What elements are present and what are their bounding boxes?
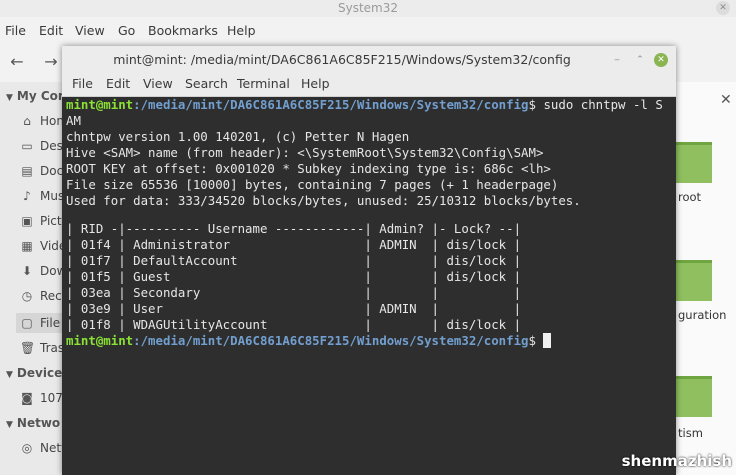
- folder-label: root: [678, 190, 702, 204]
- menu-search[interactable]: Search: [185, 76, 228, 91]
- command-wrap: AM: [66, 113, 81, 128]
- forward-arrow-icon[interactable]: →: [40, 51, 62, 73]
- collapse-triangle-icon: ▼: [6, 420, 13, 430]
- music-icon: ♪: [23, 189, 31, 203]
- terminal-window[interactable]: mint@mint: /media/mint/DA6C861A6C85F215/…: [62, 46, 676, 475]
- sidebar-section-devices[interactable]: ▼ Devices: [6, 366, 69, 380]
- pictures-icon: ▣: [21, 214, 33, 228]
- close-icon[interactable]: ✕: [654, 53, 668, 67]
- documents-icon: ▤: [21, 164, 33, 178]
- output-line: ROOT KEY at offset: 0x001020 * Subkey in…: [66, 161, 551, 176]
- sidebar-section-network[interactable]: ▼ Netwo: [6, 416, 60, 430]
- prompt-user: mint@mint: [66, 333, 134, 348]
- close-icon[interactable]: ✕: [720, 92, 732, 108]
- file-manager-titlebar: System32 ✕: [0, 0, 736, 17]
- menu-file[interactable]: File: [5, 23, 26, 38]
- close-icon[interactable]: ✕: [716, 1, 730, 15]
- sidebar-item-downloads[interactable]: ⬇ Dow: [20, 261, 66, 281]
- downloads-icon: ⬇: [21, 264, 33, 278]
- sidebar-item-desktop[interactable]: ▭ Des: [20, 136, 63, 156]
- menu-help[interactable]: Help: [227, 23, 256, 38]
- home-icon: ⌂: [23, 114, 31, 128]
- desktop-icon: ▭: [21, 139, 33, 153]
- menu-view[interactable]: View: [75, 23, 105, 38]
- folder-label: guration: [678, 308, 727, 322]
- folder-icon[interactable]: [676, 142, 712, 183]
- menu-go[interactable]: Go: [118, 23, 135, 38]
- collapse-triangle-icon: ▼: [6, 370, 13, 380]
- user-table-row: | 03ea | Secondary | | |: [66, 285, 522, 300]
- prompt-line: mint@mint:/media/mint/DA6C861A6C85F215/W…: [66, 333, 552, 349]
- menu-bookmarks[interactable]: Bookmarks: [148, 23, 218, 38]
- user-table-row: | 01f8 | WDAGUtilityAccount | | dis/lock…: [66, 317, 522, 332]
- videos-icon: ▦: [21, 239, 33, 253]
- output-line: Hive <SAM> name (from header): <\SystemR…: [66, 145, 544, 160]
- minimize-icon[interactable]: ‒: [610, 53, 624, 67]
- user-table-row: | 03e9 | User | ADMIN | |: [66, 301, 522, 316]
- user-table-row: | 01f5 | Guest | | dis/lock |: [66, 269, 522, 284]
- menu-terminal[interactable]: Terminal: [237, 76, 290, 91]
- sidebar-item-network[interactable]: ◎ Netv: [20, 438, 68, 458]
- text-cursor: [543, 333, 552, 348]
- watermark: shenmazhish: [621, 452, 732, 470]
- back-arrow-icon[interactable]: ←: [6, 51, 28, 73]
- prompt-path: :/media/mint/DA6C861A6C85F215/Windows/Sy…: [133, 333, 529, 348]
- prompt-user: mint@mint: [66, 97, 134, 112]
- folder-label: tism: [678, 426, 703, 440]
- maximize-icon[interactable]: ⌃: [633, 53, 647, 67]
- terminal-titlebar[interactable]: mint@mint: /media/mint/DA6C861A6C85F215/…: [62, 46, 676, 74]
- filesystem-icon: ▢: [21, 316, 33, 330]
- menu-view[interactable]: View: [143, 76, 173, 91]
- folder-icon[interactable]: [676, 260, 712, 301]
- sidebar-item-filesystem[interactable]: ▢ File: [16, 313, 66, 333]
- terminal-menubar: File Edit View Search Terminal Help: [62, 74, 676, 97]
- user-table-row: | 01f7 | DefaultAccount | | dis/lock |: [66, 253, 522, 268]
- user-table-header: | RID -|---------- Username ------------…: [66, 221, 522, 236]
- output-line: Used for data: 333/34520 blocks/bytes, u…: [66, 193, 581, 208]
- sidebar-item-music[interactable]: ♪ Mus: [20, 186, 64, 206]
- user-table-row: | 01f4 | Administrator | ADMIN | dis/loc…: [66, 237, 522, 252]
- file-manager-title: System32: [337, 1, 399, 15]
- prompt-symbol: $: [528, 97, 536, 112]
- terminal-output[interactable]: mint@mint:/media/mint/DA6C861A6C85F215/W…: [66, 97, 674, 473]
- prompt-symbol: $: [528, 333, 536, 348]
- collapse-triangle-icon: ▼: [6, 93, 13, 103]
- output-line: File size 65536 [10000] bytes, containin…: [66, 177, 559, 192]
- prompt-path: :/media/mint/DA6C861A6C85F215/Windows/Sy…: [133, 97, 529, 112]
- file-manager-content: ✕ root guration tism: [676, 82, 736, 475]
- network-icon: ◎: [21, 441, 33, 455]
- menu-edit[interactable]: Edit: [39, 23, 63, 38]
- sidebar-item-trash[interactable]: 🗑 Tras: [20, 338, 64, 358]
- terminal-scrollbar[interactable]: [668, 100, 674, 470]
- sidebar-item-videos[interactable]: ▦ Vide: [20, 236, 66, 256]
- sidebar-item-drive[interactable]: ◙ 107: [20, 388, 63, 408]
- sidebar-item-home[interactable]: ⌂ Hon: [20, 111, 64, 131]
- menu-help[interactable]: Help: [301, 76, 330, 91]
- file-manager-menubar: File Edit View Go Bookmarks Help: [0, 20, 736, 42]
- folder-icon[interactable]: [676, 376, 712, 417]
- command-text: sudo chntpw -l S: [535, 97, 663, 112]
- sidebar-section-my-computer[interactable]: ▼ My Com: [6, 89, 70, 103]
- sidebar-item-documents[interactable]: ▤ Doc: [20, 161, 63, 181]
- output-line: chntpw version 1.00 140201, (c) Petter N…: [66, 129, 410, 144]
- command-line: mint@mint:/media/mint/DA6C861A6C85F215/W…: [66, 97, 663, 113]
- drive-icon: ◙: [21, 391, 33, 405]
- sidebar: ▼ My Com ⌂ Hon ▭ Des ▤ Doc ♪ Mus ▣ Pictu ▦ Vide…: [0, 82, 70, 475]
- menu-edit[interactable]: Edit: [106, 76, 130, 91]
- terminal-title: mint@mint: /media/mint/DA6C861A6C85F215/…: [113, 52, 571, 67]
- recent-icon: ◷: [21, 289, 33, 303]
- trash-icon: 🗑: [20, 341, 36, 355]
- menu-file[interactable]: File: [72, 76, 93, 91]
